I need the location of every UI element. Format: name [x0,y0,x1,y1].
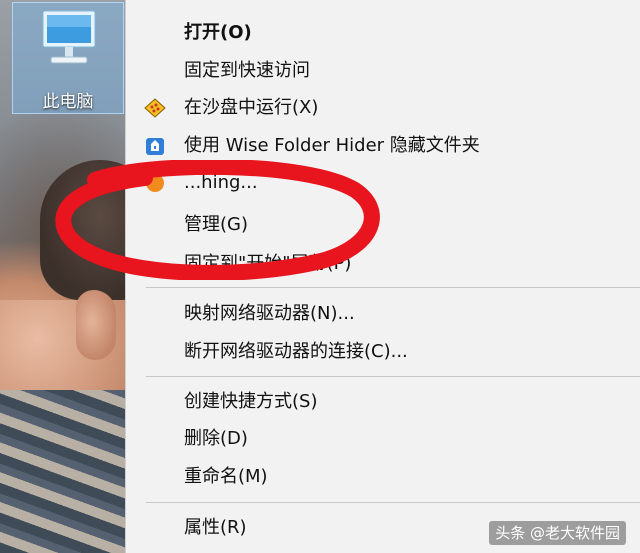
menu-item-pin-quick-access[interactable]: 固定到快速访问 [126,53,640,89]
menu-item-label: 使用 Wise Folder Hider 隐藏文件夹 [184,135,480,156]
menu-item-disconnect-network-drive[interactable]: 断开网络驱动器的连接(C)... [126,334,640,370]
menu-item-rename[interactable]: 重命名(M) [126,459,640,495]
menu-item-label: 创建快捷方式(S) [184,391,318,412]
menu-item-label: 固定到快速访问 [184,60,310,81]
menu-item-label: 固定到"开始"屏幕(P) [184,253,352,274]
orange-app-icon [144,172,166,194]
menu-separator [146,502,640,503]
wise-folder-hider-icon [144,135,166,157]
menu-separator [146,376,640,377]
menu-item-delete[interactable]: 删除(D) [126,421,640,457]
watermark-text: 头条 @老大软件园 [489,521,626,545]
menu-item-pin-start[interactable]: 固定到"开始"屏幕(P) [126,246,640,282]
menu-item-label: 断开网络驱动器的连接(C)... [184,341,408,362]
menu-item-wise-folder-hider[interactable]: 使用 Wise Folder Hider 隐藏文件夹 [126,128,640,164]
menu-item-label: 属性(R) [184,517,247,538]
menu-item-create-shortcut[interactable]: 创建快捷方式(S) [126,384,640,420]
this-pc-label: 此电脑 [42,92,94,112]
menu-item-label: 在沙盘中运行(X) [184,97,319,118]
menu-item-run-sandboxed[interactable]: 在沙盘中运行(X) [126,90,640,126]
context-menu: 打开(O) 固定到快速访问 在沙盘中运行(X) 使用 Wise Folder H… [125,0,640,553]
menu-item-label: ...hing... [184,172,258,193]
menu-item-open[interactable]: 打开(O) [126,15,640,51]
menu-item-orange-app[interactable]: ...hing... [126,165,640,201]
menu-item-manage[interactable]: 管理(G) [126,207,640,243]
background-photo-shirt [0,390,125,553]
menu-item-label: 打开(O) [184,22,252,43]
menu-item-label: 重命名(M) [184,466,268,487]
menu-item-label: 映射网络驱动器(N)... [184,303,355,324]
menu-item-map-network-drive[interactable]: 映射网络驱动器(N)... [126,296,640,332]
background-photo-ear [76,290,116,360]
menu-item-label: 管理(G) [184,214,248,235]
computer-icon [42,10,96,64]
menu-item-label: 删除(D) [184,428,248,449]
menu-separator [146,287,640,288]
this-pc-desktop-icon[interactable]: 此电脑 [12,2,124,114]
sandbox-icon [144,97,166,119]
